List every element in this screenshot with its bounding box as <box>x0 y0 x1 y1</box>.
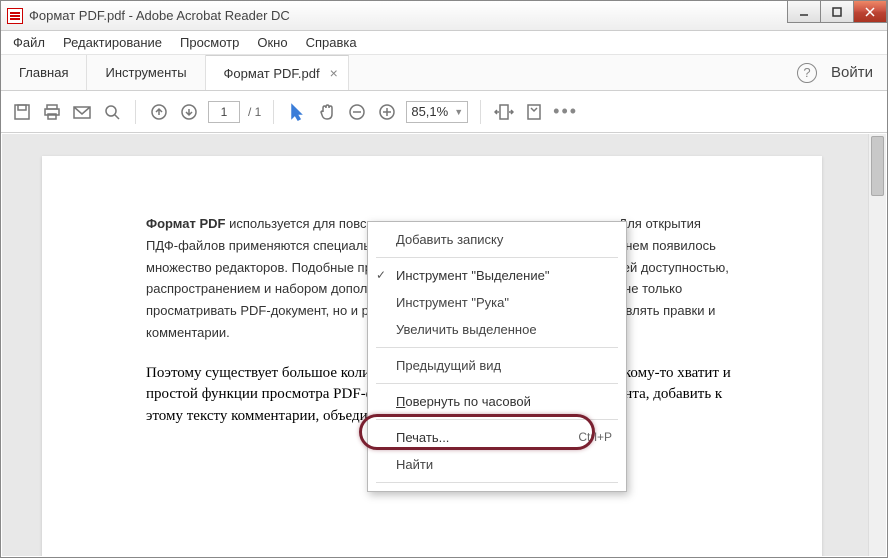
menu-zoom-selected[interactable]: Увеличить выделенное <box>368 316 626 343</box>
menu-rotate-clockwise[interactable]: Повернуть по часовой <box>368 388 626 415</box>
keyboard-shortcut: Ctrl+P <box>578 430 612 444</box>
menu-prev-view[interactable]: Предыдущий вид <box>368 352 626 379</box>
fit-page-icon[interactable] <box>523 101 545 123</box>
menu-tool-hand[interactable]: Инструмент "Рука" <box>368 289 626 316</box>
menu-print[interactable]: Печать... Ctrl+P <box>368 424 626 451</box>
menu-separator <box>376 482 618 483</box>
minimize-button[interactable] <box>787 1 821 23</box>
tab-home-label: Главная <box>19 65 68 80</box>
tab-document-label: Формат PDF.pdf <box>224 66 320 81</box>
tabbar: Главная Инструменты Формат PDF.pdf × ? В… <box>1 55 887 91</box>
menu-window[interactable]: Окно <box>249 32 295 53</box>
next-page-icon[interactable] <box>178 101 200 123</box>
scrollbar-thumb[interactable] <box>871 136 884 196</box>
close-button[interactable] <box>853 1 887 23</box>
prev-page-icon[interactable] <box>148 101 170 123</box>
context-menu: Добавить записку ✓ Инструмент "Выделение"… <box>367 221 627 492</box>
tab-tools[interactable]: Инструменты <box>87 55 205 90</box>
menu-separator <box>376 347 618 348</box>
menu-separator <box>376 419 618 420</box>
menu-edit[interactable]: Редактирование <box>55 32 170 53</box>
checkmark-icon: ✓ <box>376 268 386 282</box>
page-number-input[interactable]: 1 <box>208 101 240 123</box>
menu-find[interactable]: Найти <box>368 451 626 478</box>
menu-help[interactable]: Справка <box>298 32 365 53</box>
menu-add-note[interactable]: Добавить записку <box>368 226 626 253</box>
titlebar: Формат PDF.pdf - Adobe Acrobat Reader DC <box>1 1 887 31</box>
menu-label: Печать... <box>396 430 449 445</box>
tab-home[interactable]: Главная <box>1 55 87 90</box>
signin-button[interactable]: Войти <box>831 64 873 81</box>
zoom-value: 85,1% <box>411 104 448 119</box>
caret-down-icon: ▼ <box>454 107 463 117</box>
toolbar: 1 / 1 85,1% ▼ ••• <box>1 91 887 133</box>
separator <box>273 100 274 124</box>
close-tab-icon[interactable]: × <box>330 65 338 81</box>
save-icon[interactable] <box>11 101 33 123</box>
menu-separator <box>376 257 618 258</box>
app-window: Формат PDF.pdf - Adobe Acrobat Reader DC… <box>0 0 888 558</box>
separator <box>135 100 136 124</box>
tabbar-right: ? Войти <box>783 55 887 90</box>
help-icon[interactable]: ? <box>797 63 817 83</box>
hand-tool-icon[interactable] <box>316 101 338 123</box>
zoom-in-icon[interactable] <box>376 101 398 123</box>
window-title: Формат PDF.pdf - Adobe Acrobat Reader DC <box>29 8 290 23</box>
email-icon[interactable] <box>71 101 93 123</box>
menu-label: овернуть по часовой <box>405 394 530 409</box>
page-total-label: / 1 <box>248 105 261 119</box>
maximize-button[interactable] <box>820 1 854 23</box>
separator <box>480 100 481 124</box>
menubar: Файл Редактирование Просмотр Окно Справк… <box>1 31 887 55</box>
menu-tool-select[interactable]: ✓ Инструмент "Выделение" <box>368 262 626 289</box>
menu-file[interactable]: Файл <box>5 32 53 53</box>
hotkey-underline: П <box>396 394 405 409</box>
tab-document[interactable]: Формат PDF.pdf × <box>206 55 349 90</box>
menu-view[interactable]: Просмотр <box>172 32 247 53</box>
selection-tool-icon[interactable] <box>286 101 308 123</box>
fit-width-icon[interactable] <box>493 101 515 123</box>
menu-label: Инструмент "Выделение" <box>396 268 549 283</box>
window-controls <box>788 1 887 23</box>
menu-separator <box>376 383 618 384</box>
overflow-menu-icon[interactable]: ••• <box>553 101 578 122</box>
zoom-dropdown[interactable]: 85,1% ▼ <box>406 101 468 123</box>
vertical-scrollbar[interactable] <box>868 134 886 556</box>
print-icon[interactable] <box>41 101 63 123</box>
zoom-out-icon[interactable] <box>346 101 368 123</box>
pdf-file-icon <box>7 8 23 24</box>
search-icon[interactable] <box>101 101 123 123</box>
bold-text: Формат PDF <box>146 216 225 231</box>
tab-tools-label: Инструменты <box>105 65 186 80</box>
